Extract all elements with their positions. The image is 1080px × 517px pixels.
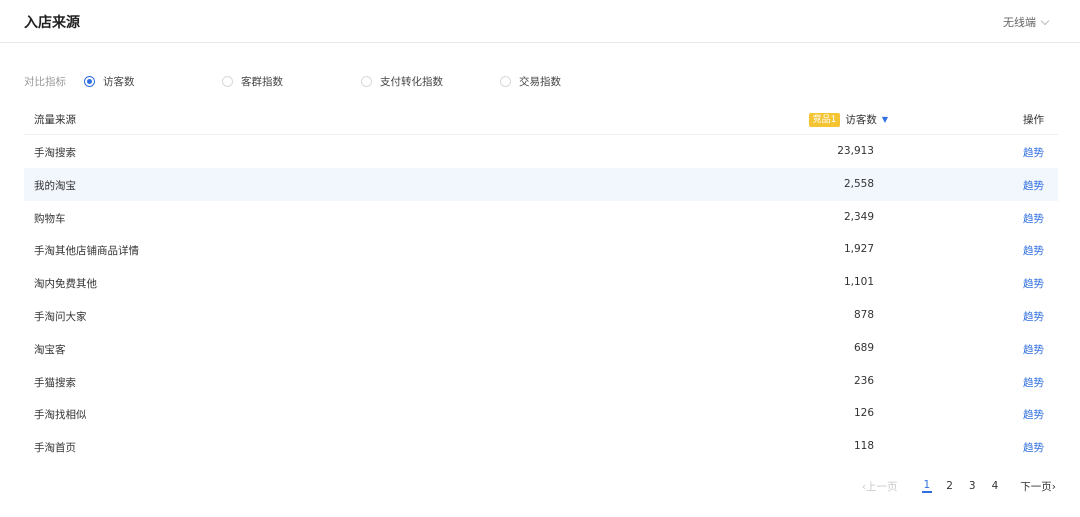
radio-icon[interactable]	[361, 75, 372, 87]
competitor-badge: 竞品1	[808, 112, 841, 127]
metric-selector: 对比指标 访客数 客群指数 支付转化指数 交易指数	[24, 73, 561, 89]
row-source: 手淘找相似	[34, 409, 87, 422]
metric-option-customer-index[interactable]: 客群指数	[222, 74, 361, 89]
table-row: 手淘搜索 23,913 趋势	[24, 135, 1058, 168]
row-source: 手淘搜索	[34, 147, 76, 159]
metric-option-label: 访客数	[103, 75, 135, 88]
row-visitors: 126	[853, 407, 874, 420]
table-row: 我的淘宝 2,558 趋势	[24, 167, 1058, 201]
row-visitors: 2,558	[843, 177, 874, 190]
table-row: 手淘找相似 126 趋势	[24, 397, 1058, 430]
column-header-visitors-label: 访客数	[845, 114, 877, 126]
row-source: 手猫搜索	[34, 376, 76, 389]
table-header: 流量来源 竞品1 访客数 ▼ 操作	[24, 101, 1058, 135]
trend-link[interactable]: 趋势	[1023, 178, 1044, 193]
table-row: 手猫搜索 236 趋势	[24, 365, 1058, 398]
row-source: 手淘首页	[34, 442, 76, 455]
table-row: 手淘问大家 878 趋势	[24, 299, 1058, 332]
trend-link[interactable]: 趋势	[1023, 309, 1044, 324]
row-visitors: 2,349	[843, 210, 874, 223]
client-type-dropdown[interactable]: 无线端	[1003, 14, 1050, 30]
metric-selector-label: 对比指标	[24, 75, 66, 88]
pagination: ‹上一页 1 2 3 4 下一页›	[862, 477, 1056, 495]
trend-link[interactable]: 趋势	[1023, 211, 1044, 226]
page-2-button[interactable]: 2	[944, 480, 955, 492]
column-header-source: 流量来源	[34, 114, 76, 126]
row-visitors: 878	[853, 308, 874, 321]
table-row: 购物车 2,349 趋势	[24, 201, 1058, 234]
trend-link[interactable]: 趋势	[1023, 243, 1044, 258]
row-source: 淘内免费其他	[34, 278, 97, 291]
row-source: 购物车	[34, 212, 66, 225]
metric-option-visitors[interactable]: 访客数	[84, 74, 222, 89]
row-visitors: 1,927	[843, 243, 874, 256]
next-page-button[interactable]: 下一页›	[1020, 479, 1056, 494]
page-header: 入店来源 无线端	[0, 0, 1080, 43]
page-4-button[interactable]: 4	[990, 480, 1001, 492]
prev-page-label: 上一页	[866, 480, 898, 493]
sort-desc-icon[interactable]: ▼	[882, 115, 888, 124]
page-1-button[interactable]: 1	[921, 479, 933, 493]
trend-link[interactable]: 趋势	[1023, 145, 1044, 160]
table-row: 手淘其他店铺商品详情 1,927 趋势	[24, 233, 1058, 266]
radio-icon[interactable]	[222, 75, 233, 87]
row-visitors: 236	[853, 374, 874, 387]
next-page-label: 下一页	[1020, 480, 1052, 493]
row-source: 手淘问大家	[34, 310, 87, 323]
traffic-source-table: 流量来源 竞品1 访客数 ▼ 操作 手淘搜索 23,913 趋势 我的淘宝 2,…	[24, 101, 1058, 463]
trend-link[interactable]: 趋势	[1023, 375, 1044, 390]
trend-link[interactable]: 趋势	[1023, 407, 1044, 422]
page-3-button[interactable]: 3	[967, 480, 978, 492]
row-source: 我的淘宝	[34, 179, 76, 192]
radio-checked-icon[interactable]	[84, 75, 95, 87]
row-visitors: 118	[853, 440, 874, 453]
trend-link[interactable]: 趋势	[1023, 342, 1044, 357]
row-visitors: 689	[853, 341, 874, 354]
column-header-visitors[interactable]: 竞品1 访客数 ▼	[808, 112, 888, 127]
metric-option-label: 交易指数	[519, 75, 561, 88]
row-visitors: 1,101	[843, 276, 874, 289]
page-title: 入店来源	[24, 15, 80, 31]
metric-option-conversion-index[interactable]: 支付转化指数	[361, 74, 500, 89]
prev-page-button[interactable]: ‹上一页	[862, 479, 898, 494]
table-row: 淘宝客 689 趋势	[24, 332, 1058, 365]
trend-link[interactable]: 趋势	[1023, 276, 1044, 291]
metric-option-label: 支付转化指数	[380, 75, 443, 88]
column-header-ops: 操作	[1023, 114, 1044, 126]
chevron-down-icon	[1040, 16, 1050, 25]
trend-link[interactable]: 趋势	[1023, 440, 1044, 455]
radio-icon[interactable]	[500, 75, 511, 87]
metric-option-label: 客群指数	[241, 75, 283, 88]
table-row: 淘内免费其他 1,101 趋势	[24, 266, 1058, 299]
row-visitors: 23,913	[837, 145, 874, 157]
metric-option-trade-index[interactable]: 交易指数	[500, 74, 561, 89]
client-type-label: 无线端	[1003, 16, 1036, 29]
row-source: 手淘其他店铺商品详情	[34, 245, 139, 258]
table-row: 手淘首页 118 趋势	[24, 430, 1058, 463]
row-source: 淘宝客	[34, 343, 66, 356]
